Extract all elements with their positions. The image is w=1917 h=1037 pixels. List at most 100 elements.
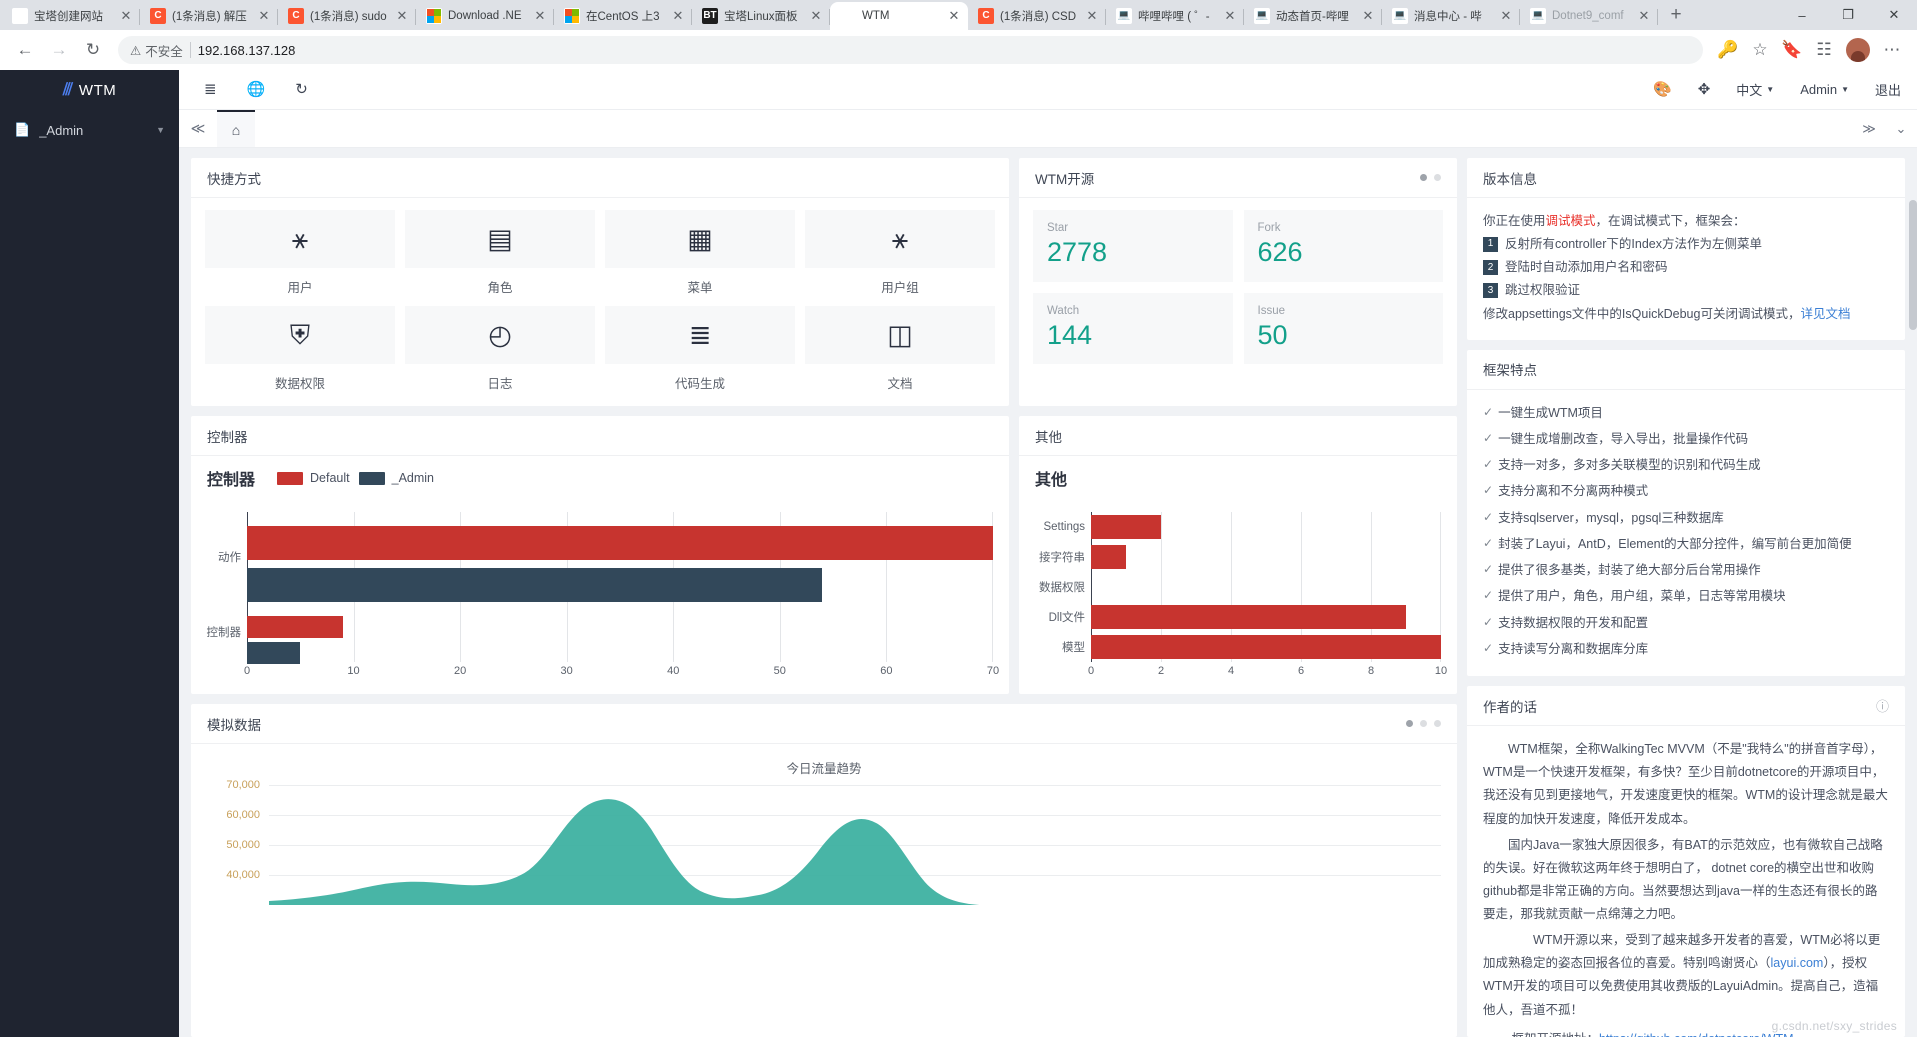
feature-text: 提供了很多基类，封装了绝大部分后台常用操作: [1498, 563, 1761, 578]
feature-text: 提供了用户，角色，用户组，菜单，日志等常用模块: [1498, 589, 1786, 604]
carousel-dot[interactable]: [1434, 720, 1441, 727]
browser-tab[interactable]: Download .NE ✕: [416, 2, 554, 30]
tab-title: Download .NE: [448, 10, 522, 22]
globe-icon[interactable]: 🌐: [247, 82, 266, 97]
area-series-path: [269, 799, 980, 905]
legend-item-default[interactable]: Default: [277, 471, 350, 485]
tab-close-icon[interactable]: ✕: [1636, 8, 1652, 24]
browser-tab[interactable]: C (1条消息) sudo ✕: [278, 2, 416, 30]
carousel-dot[interactable]: [1406, 720, 1413, 727]
palette-icon[interactable]: 🎨: [1653, 82, 1672, 97]
user-group-icon: ⚹: [891, 223, 909, 254]
forward-button[interactable]: →: [44, 35, 74, 65]
browser-tab[interactable]: C (1条消息) CSD ✕: [968, 2, 1106, 30]
shortcut-log[interactable]: ◴ 日志: [405, 306, 595, 392]
tab-home[interactable]: ⌂: [217, 110, 255, 147]
minimize-button[interactable]: –: [1779, 0, 1825, 30]
tab-close-icon[interactable]: ✕: [1360, 8, 1376, 24]
tab-close-icon[interactable]: ✕: [670, 8, 686, 24]
check-icon: ✓: [1483, 562, 1494, 577]
logout-button[interactable]: 退出: [1875, 80, 1901, 99]
menu-dots-icon[interactable]: ⋯: [1877, 35, 1907, 65]
wtm-application: ⫻ WTM 📄 _Admin ▼ ≣ 🌐 ↻ 🎨 ✥ 中文 ▼ Admin ▼ …: [0, 70, 1917, 1037]
x-tick: 70: [986, 665, 1000, 677]
tab-close-icon[interactable]: ✕: [1222, 8, 1238, 24]
tab-close-icon[interactable]: ✕: [946, 8, 962, 24]
feature-text: 支持分离和不分离两种模式: [1498, 484, 1649, 499]
reload-button[interactable]: ↻: [78, 35, 108, 65]
collapse-tabs-button[interactable]: ≪: [179, 110, 217, 147]
tab-title: (1条消息) CSD: [1000, 11, 1077, 23]
language-selector[interactable]: 中文 ▼: [1736, 80, 1774, 99]
extensions-icon[interactable]: ☷: [1809, 35, 1839, 65]
x-tick: 10: [1434, 665, 1448, 677]
tab-close-icon[interactable]: ✕: [394, 8, 410, 24]
tab-close-icon[interactable]: ✕: [808, 8, 824, 24]
page-scrollbar-thumb[interactable]: [1909, 200, 1917, 330]
browser-tab[interactable]: 💻 消息中心 - 哔 ✕: [1382, 2, 1520, 30]
next-tabs-icon[interactable]: ≫: [1853, 110, 1885, 147]
back-button[interactable]: ←: [10, 35, 40, 65]
features-card: 框架特点 ✓ 一键生成WTM项目 ✓ 一键生成增删改查，导入导出，批量操作代码: [1467, 349, 1905, 677]
docs-link[interactable]: 详见文档: [1800, 307, 1850, 321]
collections-icon[interactable]: 🔖: [1777, 35, 1807, 65]
security-warning-badge[interactable]: ⚠ 不安全: [130, 41, 183, 60]
category-axis: 动作 控制器: [207, 512, 247, 662]
legend-item-admin[interactable]: _Admin: [358, 471, 434, 485]
shortcut-data-privilege[interactable]: ⛨ 数据权限: [205, 306, 395, 392]
shortcut-menu[interactable]: ▦ 菜单: [605, 210, 795, 296]
shortcut-doc[interactable]: ◫ 文档: [805, 306, 995, 392]
plot-area: [1091, 512, 1441, 662]
author-paragraph: 国内Java一家独大原因很多，有BAT的示范效应，也有微软自己战略的失误。好在微…: [1483, 837, 1883, 921]
layui-link[interactable]: layui.com: [1771, 956, 1824, 970]
carousel-dot[interactable]: [1434, 174, 1441, 181]
refresh-icon[interactable]: ↻: [295, 82, 308, 97]
shortcut-user-group[interactable]: ⚹ 用户组: [805, 210, 995, 296]
tab-close-icon[interactable]: ✕: [256, 8, 272, 24]
info-circle-icon[interactable]: ⓘ: [1876, 696, 1889, 715]
shortcut-user[interactable]: ⚹ 用户: [205, 210, 395, 296]
browser-tab[interactable]: C (1条消息) 解压 ✕: [140, 2, 278, 30]
app-main: ≣ 🌐 ↻ 🎨 ✥ 中文 ▼ Admin ▼ 退出 ≪ ⌂ ≫ ⌄ 快捷方式 ⚹…: [179, 70, 1917, 1037]
browser-tab[interactable]: 💻 动态首页-哔哩 ✕: [1244, 2, 1382, 30]
icon-box: ◫: [805, 306, 995, 364]
address-bar[interactable]: ⚠ 不安全 192.168.137.128: [118, 36, 1703, 64]
carousel-dot[interactable]: [1420, 720, 1427, 727]
tab-close-icon[interactable]: ✕: [1084, 8, 1100, 24]
browser-tab[interactable]: 💻 Dotnet9_comf ✕: [1520, 2, 1658, 30]
stat-fork: Fork 626: [1243, 210, 1443, 282]
fullscreen-icon[interactable]: ✥: [1698, 82, 1711, 97]
shortcut-code-gen[interactable]: ≣ 代码生成: [605, 306, 795, 392]
app-topbar: ≣ 🌐 ↻ 🎨 ✥ 中文 ▼ Admin ▼ 退出: [179, 70, 1917, 110]
github-link[interactable]: https://github.com/dotnetcore/WTM: [1599, 1032, 1794, 1037]
sidebar-item-admin[interactable]: 📄 _Admin ▼: [0, 110, 179, 150]
shortcut-role[interactable]: ▤ 角色: [405, 210, 595, 296]
tab-close-icon[interactable]: ✕: [118, 8, 134, 24]
key-icon[interactable]: 🔑: [1713, 35, 1743, 65]
tab-dropdown-icon[interactable]: ⌄: [1885, 110, 1917, 147]
x-tick: 6: [1297, 665, 1305, 677]
browser-tab-active[interactable]: 🗎 WTM ✕: [830, 2, 968, 30]
footer-text: 修改appsettings文件中的IsQuickDebug可关闭调试模式，: [1483, 306, 1801, 321]
x-tick: 10: [347, 665, 360, 677]
debug-step: 1 反射所有controller下的Index方法作为左侧菜单: [1483, 233, 1889, 256]
user-menu[interactable]: Admin ▼: [1800, 82, 1849, 97]
tab-close-icon[interactable]: ✕: [1498, 8, 1514, 24]
browser-tab[interactable]: 在CentOS 上3 ✕: [554, 2, 692, 30]
star-outline-icon[interactable]: ☆: [1745, 35, 1775, 65]
menu-indent-icon[interactable]: ≣: [204, 82, 217, 97]
browser-tab[interactable]: BT 宝塔Linux面板 ✕: [692, 2, 830, 30]
shortcut-label: 菜单: [687, 281, 713, 295]
browser-tab[interactable]: ⚘ 宝塔创建网站 ✕: [2, 2, 140, 30]
card-title: 版本信息: [1483, 171, 1537, 187]
chart-title: 其他: [1035, 472, 1068, 489]
new-tab-button[interactable]: +: [1662, 2, 1690, 30]
profile-avatar[interactable]: [1846, 38, 1870, 62]
maximize-button[interactable]: ❐: [1825, 0, 1871, 30]
tab-close-icon[interactable]: ✕: [532, 8, 548, 24]
close-window-button[interactable]: ✕: [1871, 0, 1917, 30]
carousel-dot[interactable]: [1420, 174, 1427, 181]
browser-tab[interactable]: 💻 哔哩哔哩 ( ゜- ✕: [1106, 2, 1244, 30]
bilibili-icon: 💻: [1254, 8, 1270, 24]
bar-model: [1091, 635, 1441, 659]
